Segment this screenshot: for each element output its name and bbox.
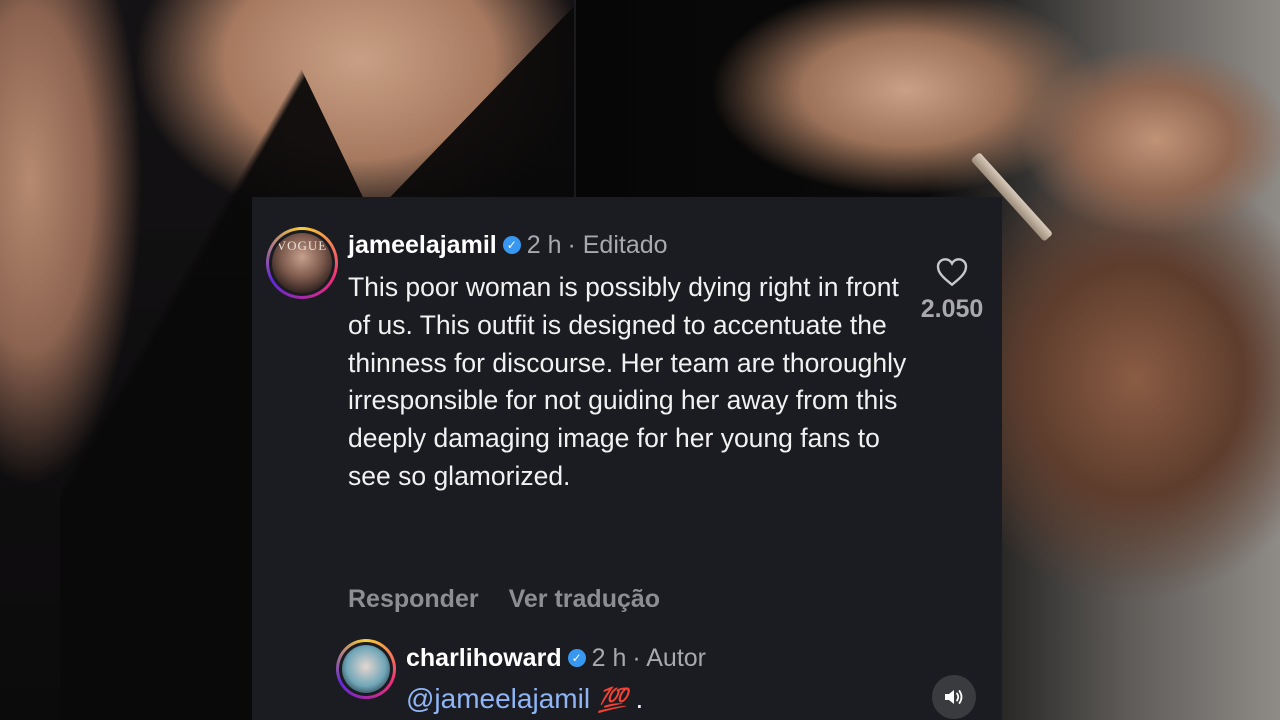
speaker-icon bbox=[945, 690, 963, 704]
comment-text: This poor woman is possibly dying right … bbox=[348, 272, 907, 491]
comment-actions: Responder Ver tradução bbox=[348, 585, 660, 614]
commenter-username[interactable]: jameelajamil bbox=[348, 231, 497, 260]
translate-button[interactable]: Ver tradução bbox=[509, 585, 660, 614]
reply-header: charlihoward ✓ 2 h · Autor bbox=[406, 641, 706, 675]
reply-button[interactable]: Responder bbox=[348, 585, 479, 614]
commenter-avatar[interactable]: VOGUE bbox=[266, 227, 338, 299]
reply-trailing: . bbox=[627, 683, 644, 714]
sound-toggle-button[interactable] bbox=[932, 675, 976, 719]
vogue-logo: VOGUE bbox=[276, 238, 328, 253]
mention-link[interactable]: @jameelajamil bbox=[406, 683, 590, 714]
like-button[interactable]: 2.050 bbox=[907, 257, 997, 324]
author-label: · Autor bbox=[632, 643, 707, 672]
reply-text: @jameelajamil 💯 . bbox=[406, 683, 643, 715]
reply-avatar[interactable] bbox=[336, 639, 396, 699]
comment-header: jameelajamil ✓ 2 h · Editado bbox=[348, 228, 668, 262]
comment-card: VOGUE jameelajamil ✓ 2 h · Editado This … bbox=[252, 197, 1002, 720]
verified-badge-icon: ✓ bbox=[567, 649, 586, 667]
like-count: 2.050 bbox=[920, 295, 984, 323]
comment-time: 2 h bbox=[526, 230, 562, 259]
hundred-emoji: 💯 bbox=[597, 687, 628, 714]
edited-label: · Editado bbox=[567, 230, 668, 259]
heart-icon[interactable] bbox=[936, 257, 968, 287]
reply-time: 2 h bbox=[591, 643, 627, 672]
reply-username[interactable]: charlihoward bbox=[406, 644, 562, 673]
verified-badge-icon: ✓ bbox=[502, 236, 521, 254]
